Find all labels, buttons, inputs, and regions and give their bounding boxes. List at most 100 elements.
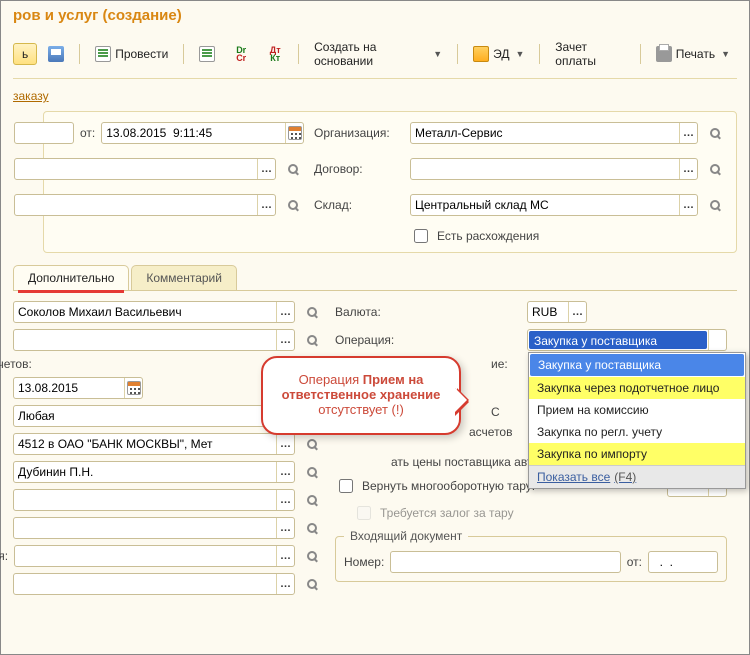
order-link[interactable]: заказу <box>13 89 49 103</box>
search-icon <box>307 307 317 317</box>
toolbar: ь Провести DrCr ДтКт Создать на основани… <box>13 32 737 79</box>
field-8-select-button[interactable] <box>276 490 294 510</box>
elya-label: еля: <box>0 549 8 563</box>
field-2-search-button[interactable] <box>301 329 323 351</box>
field-9-input[interactable] <box>14 518 276 538</box>
drcr-icon: DrCr <box>233 46 249 62</box>
tab-comment[interactable]: Комментарий <box>131 265 237 290</box>
nomer-input[interactable] <box>391 552 619 572</box>
ed-icon <box>473 46 489 62</box>
search-icon <box>307 579 317 589</box>
incoming-doc-legend: Входящий документ <box>344 529 468 543</box>
field-8-search-button[interactable] <box>301 489 323 511</box>
field-9-search-button[interactable] <box>301 517 323 539</box>
attach-button[interactable] <box>192 42 222 66</box>
org-select-button[interactable] <box>679 123 697 143</box>
provesti-button[interactable]: Провести <box>88 42 175 66</box>
print-icon <box>656 46 672 62</box>
counterparty-select-button[interactable] <box>257 195 275 215</box>
c-label: C <box>491 405 500 419</box>
org-input[interactable] <box>411 123 679 143</box>
field-9-select-button[interactable] <box>276 518 294 538</box>
search-icon <box>288 200 298 210</box>
dropdown-option[interactable]: Прием на комиссию <box>529 399 745 421</box>
calendar-icon <box>127 381 141 395</box>
dtkt-button[interactable]: ДтКт <box>260 42 290 66</box>
partner-search-button[interactable] <box>282 158 304 180</box>
manager-search-button[interactable] <box>301 301 323 323</box>
dubinin-input[interactable] <box>14 462 276 482</box>
zachet-button[interactable]: Зачет оплаты <box>548 36 632 72</box>
dropdown-option[interactable]: Закупка по импорту <box>529 443 745 465</box>
drcr-button[interactable]: DrCr <box>226 42 256 66</box>
create-base-button[interactable]: Создать на основании▼ <box>307 36 449 72</box>
bank-search-button[interactable] <box>301 433 323 455</box>
dubinin-select-button[interactable] <box>276 462 294 482</box>
save-close-button[interactable]: ь <box>13 43 37 65</box>
dogovor-input[interactable] <box>411 159 679 179</box>
sklad-select-button[interactable] <box>679 195 697 215</box>
date-input[interactable] <box>14 378 124 398</box>
attach-icon <box>199 46 215 62</box>
doc-date-input[interactable] <box>649 552 717 572</box>
datetime-input[interactable] <box>102 123 285 143</box>
dogovor-select-button[interactable] <box>679 159 697 179</box>
org-search-button[interactable] <box>704 122 726 144</box>
field-11-select-button[interactable] <box>276 574 294 594</box>
valuta-select-button[interactable] <box>568 302 586 322</box>
manager-input[interactable] <box>14 302 276 322</box>
dropdown-option[interactable]: Закупка у поставщика <box>530 354 744 376</box>
dubinin-search-button[interactable] <box>301 461 323 483</box>
rashod-label: Есть расхождения <box>437 229 539 243</box>
tab-additional[interactable]: Дополнительно <box>13 265 129 290</box>
manager-select-button[interactable] <box>276 302 294 322</box>
dogovor-search-button[interactable] <box>704 158 726 180</box>
operation-combo[interactable]: Закупка у поставщика Закупка у поставщик… <box>527 329 727 351</box>
dropdown-show-all[interactable]: Показать все(F4) <box>529 465 745 488</box>
partner-select-button[interactable] <box>257 159 275 179</box>
ie-label: ие: <box>491 357 508 371</box>
zalog-label: Требуется залог за тару <box>380 506 514 520</box>
valuta-input[interactable] <box>528 302 568 322</box>
field-11-input[interactable] <box>14 574 276 594</box>
calendar-button[interactable] <box>285 123 303 143</box>
date-cal-button[interactable] <box>124 378 142 398</box>
zalog-checkbox <box>357 506 371 520</box>
page-title: ров и услуг (создание) <box>13 1 737 32</box>
nomer-label: Номер: <box>344 555 384 569</box>
search-icon <box>307 439 317 449</box>
field-11-search-button[interactable] <box>301 573 323 595</box>
print-button[interactable]: Печать▼ <box>649 42 737 66</box>
counterparty-search-button[interactable] <box>282 194 304 216</box>
ed-button[interactable]: ЭД▼ <box>466 42 531 66</box>
search-icon <box>710 164 720 174</box>
search-icon <box>307 523 317 533</box>
save-button[interactable] <box>41 42 71 66</box>
dogovor-label: Договор: <box>314 162 404 176</box>
from-label: от: <box>80 126 95 140</box>
search-icon <box>307 335 317 345</box>
num-input[interactable] <box>15 123 73 143</box>
field-10-select-button[interactable] <box>276 546 294 566</box>
bank-input[interactable] <box>14 434 276 454</box>
dropdown-option[interactable]: Закупка по регл. учету <box>529 421 745 443</box>
field-2-select-button[interactable] <box>276 330 294 350</box>
sklad-search-button[interactable] <box>704 194 726 216</box>
field-8-input[interactable] <box>14 490 276 510</box>
annotation-callout: Операция Прием на ответственное хранение… <box>261 356 461 435</box>
dropdown-option[interactable]: Закупка через подотчетное лицо <box>529 377 745 399</box>
sklad-input[interactable] <box>411 195 679 215</box>
field-2-input[interactable] <box>14 330 276 350</box>
tara-return-label: Вернуть многооборотную тару: <box>362 479 535 493</box>
bank-select-button[interactable] <box>276 434 294 454</box>
counterparty-input[interactable] <box>15 195 257 215</box>
dropdown-button[interactable] <box>708 330 726 350</box>
field-10-input[interactable] <box>15 546 276 566</box>
rashod-checkbox[interactable] <box>414 229 428 243</box>
search-icon <box>288 164 298 174</box>
partner-input[interactable] <box>15 159 257 179</box>
search-icon <box>710 128 720 138</box>
tara-return-checkbox[interactable] <box>339 479 353 493</box>
valuta-label: Валюта: <box>335 305 405 319</box>
field-10-search-button[interactable] <box>301 545 323 567</box>
